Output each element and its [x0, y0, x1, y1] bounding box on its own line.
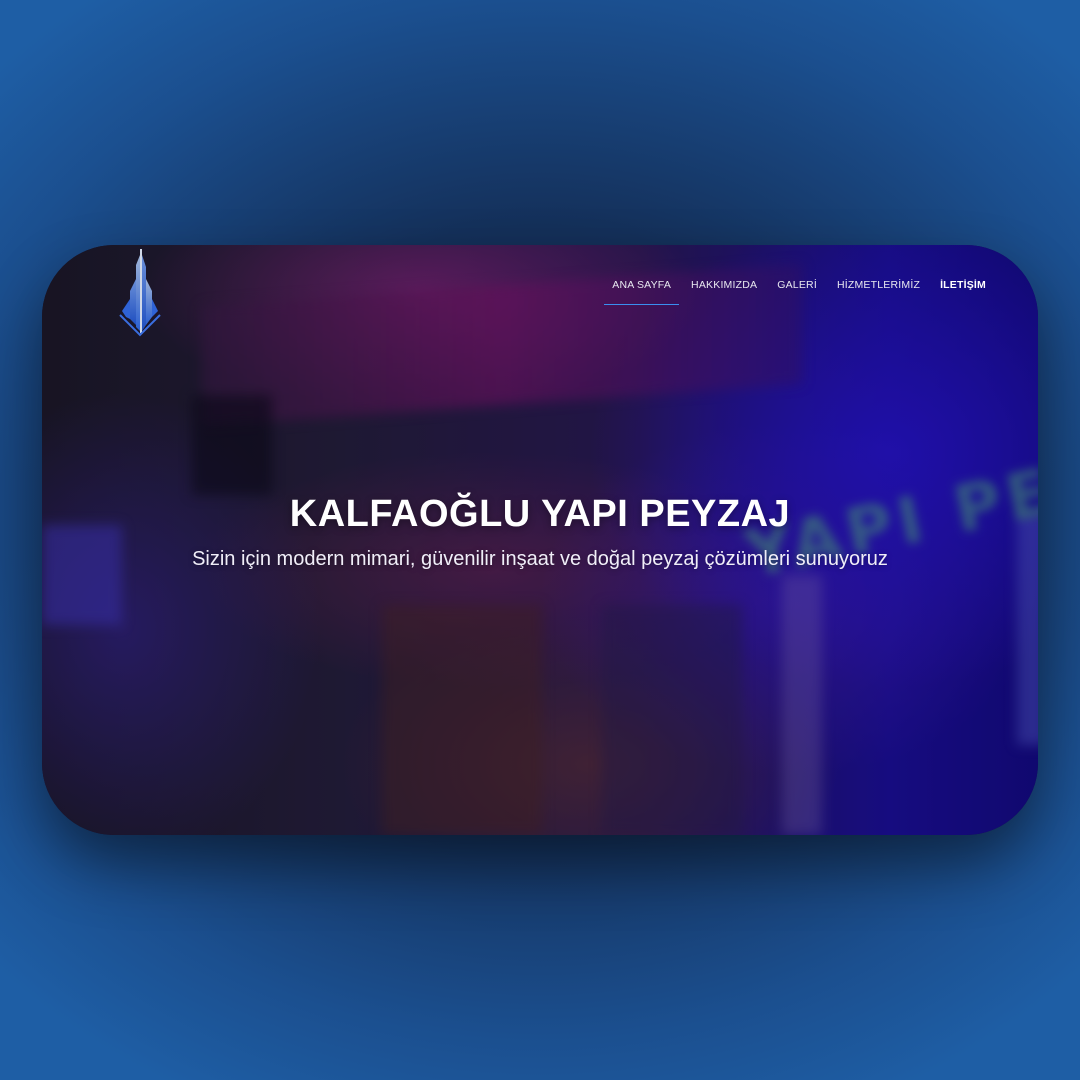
nav-item-ana-sayfa[interactable]: ANA SAYFA — [602, 279, 681, 305]
main-navigation: ANA SAYFA HAKKIMIZDA GALERİ HİZMETLERİMİ… — [602, 279, 996, 305]
hero-title: KALFAOĞLU YAPI PEYZAJ — [289, 493, 791, 535]
building-tower-logo-icon[interactable] — [116, 245, 164, 339]
nav-item-iletisim[interactable]: İLETİŞİM — [930, 279, 996, 297]
hero-content: KALFAOĞLU YAPI PEYZAJ Sizin için modern … — [42, 493, 1038, 571]
hero-subtitle: Sizin için modern mimari, güvenilir inşa… — [192, 548, 888, 570]
website-preview-card: YAPI PEYZA ANA SAYFA HAKKIMIZDA GALERİ H… — [42, 245, 1038, 835]
nav-item-hizmetlerimiz[interactable]: HİZMETLERİMİZ — [827, 279, 930, 297]
nav-item-galeri[interactable]: GALERİ — [767, 279, 827, 297]
nav-item-hakkimizda[interactable]: HAKKIMIZDA — [681, 279, 767, 297]
